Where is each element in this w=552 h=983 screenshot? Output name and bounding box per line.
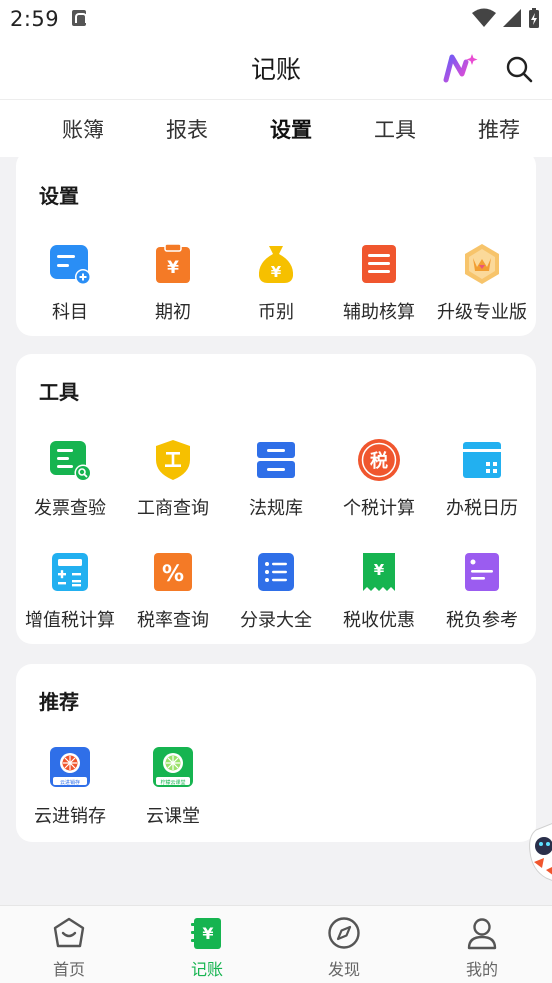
profile-icon <box>467 918 497 950</box>
app-header: 记账 <box>0 38 552 100</box>
grid-item-entries[interactable]: 分录大全 <box>224 550 328 631</box>
nav-profile[interactable]: 我的 <box>442 916 522 980</box>
section-title: 工具 <box>39 380 79 404</box>
ledger-yen-icon: ¥ <box>191 918 221 949</box>
calculator-icon <box>52 553 88 591</box>
tab-reports[interactable]: 报表 <box>166 114 208 144</box>
grid-item-label: 升级专业版 <box>437 302 527 323</box>
nav-home[interactable]: 首页 <box>29 916 109 980</box>
app-badge-label: 柠檬云课堂 <box>160 779 185 786</box>
notification-app-icon <box>72 10 87 26</box>
tab-settings[interactable]: 设置 <box>270 114 312 144</box>
grid-item-income-tax[interactable]: 税 个税计算 <box>327 438 431 519</box>
list-doc-icon <box>362 245 396 283</box>
tax-stamp-icon: 税 <box>358 439 400 481</box>
nav-discover[interactable]: 发现 <box>304 916 384 980</box>
grid-item-opening[interactable]: ¥ 期初 <box>121 242 225 323</box>
tab-recommend[interactable]: 推荐 <box>478 114 520 144</box>
svg-text:¥: ¥ <box>374 561 385 579</box>
nav-label: 发现 <box>327 960 360 979</box>
app-badge-text: 云进销存 <box>60 779 80 786</box>
grid-item-currency[interactable]: ¥ 币别 <box>224 242 328 323</box>
grid-item-label: 云课堂 <box>146 806 200 827</box>
grid-item-cloud-classroom[interactable]: 柠檬云课堂 云课堂 <box>121 746 225 827</box>
app-badge-text: 柠檬云课堂 <box>160 779 185 786</box>
invoice-search-icon <box>50 441 92 482</box>
grid-item-law-library[interactable]: 法规库 <box>224 438 328 519</box>
grid-item-upgrade[interactable]: 升级专业版 <box>430 242 534 323</box>
grid-item-business-query[interactable]: 工商查询 <box>121 438 225 519</box>
clipboard-yen-icon: ¥ <box>156 243 190 283</box>
svg-text:¥: ¥ <box>271 263 282 281</box>
receipt-yen-icon: ¥ <box>363 553 395 591</box>
tools-card: 工具 发票查验 工商查询 法规库 税 个税计算 办税日历 增值税计算 % 税率查… <box>16 354 536 644</box>
grid-item-tax-calendar[interactable]: 办税日历 <box>430 438 534 519</box>
grid-item-tax-incentives[interactable]: ¥ 税收优惠 <box>327 550 431 631</box>
svg-text:%: % <box>162 562 184 587</box>
money-bag-icon: ¥ <box>258 246 294 283</box>
status-indicators <box>472 6 540 30</box>
grid-item-tax-rate[interactable]: % 税率查询 <box>121 550 225 631</box>
grid-item-invoice-check[interactable]: 发票查验 <box>18 438 122 519</box>
nav-label: 我的 <box>465 960 498 979</box>
signal-icon <box>503 9 521 27</box>
recommend-card: 推荐 云进销存 云进销存 柠檬云课堂 云课堂 <box>16 664 536 842</box>
nav-label: 首页 <box>52 960 85 979</box>
grid-item-cloud-inventory[interactable]: 云进销存 云进销存 <box>18 746 122 827</box>
nav-label: 记账 <box>190 960 223 979</box>
grid-item-label: 税负参考 <box>446 610 518 631</box>
compass-icon <box>328 917 360 949</box>
section-title: 设置 <box>39 184 79 208</box>
nav-bookkeeping[interactable]: ¥ 记账 <box>167 916 247 980</box>
law-library-icon <box>257 442 295 478</box>
bottom-nav: 首页 ¥ 记账 发现 我的 <box>0 905 552 983</box>
tab-ledger[interactable]: 账簿 <box>62 114 104 144</box>
search-icon[interactable] <box>504 54 534 84</box>
wifi-icon <box>472 8 496 27</box>
settings-card: 设置 科目 ¥ 期初 ¥ 币别 辅助核算 升级专业版 <box>16 150 536 336</box>
floating-robot-assistant-icon[interactable] <box>526 822 552 886</box>
crown-badge-icon <box>465 244 499 284</box>
calendar-icon <box>463 442 501 478</box>
app-badge-label: 云进销存 <box>60 779 80 786</box>
grid-item-label: 办税日历 <box>446 498 518 519</box>
status-time: 2:59 <box>10 7 60 31</box>
grid-item-subject[interactable]: 科目 <box>18 242 122 323</box>
svg-text:税: 税 <box>370 450 388 472</box>
svg-text:¥: ¥ <box>167 258 179 278</box>
document-icon <box>465 553 499 591</box>
bullet-list-icon <box>258 553 294 591</box>
shield-business-icon <box>156 440 190 480</box>
grid-item-auxiliary[interactable]: 辅助核算 <box>327 242 431 323</box>
status-bar: 2:59 <box>0 0 552 38</box>
tab-tools[interactable]: 工具 <box>374 114 416 144</box>
home-icon <box>53 917 85 948</box>
tab-bar: 账簿 报表 设置 工具 推荐 <box>0 100 552 157</box>
subject-add-icon <box>50 245 91 285</box>
percent-icon: % <box>154 553 192 591</box>
grid-item-tax-burden[interactable]: 税负参考 <box>430 550 534 631</box>
svg-text:¥: ¥ <box>202 924 213 943</box>
battery-icon <box>529 8 539 28</box>
section-title: 推荐 <box>39 690 79 714</box>
ai-assistant-icon[interactable] <box>442 52 480 84</box>
grid-item-vat-calc[interactable]: 增值税计算 <box>18 550 122 631</box>
